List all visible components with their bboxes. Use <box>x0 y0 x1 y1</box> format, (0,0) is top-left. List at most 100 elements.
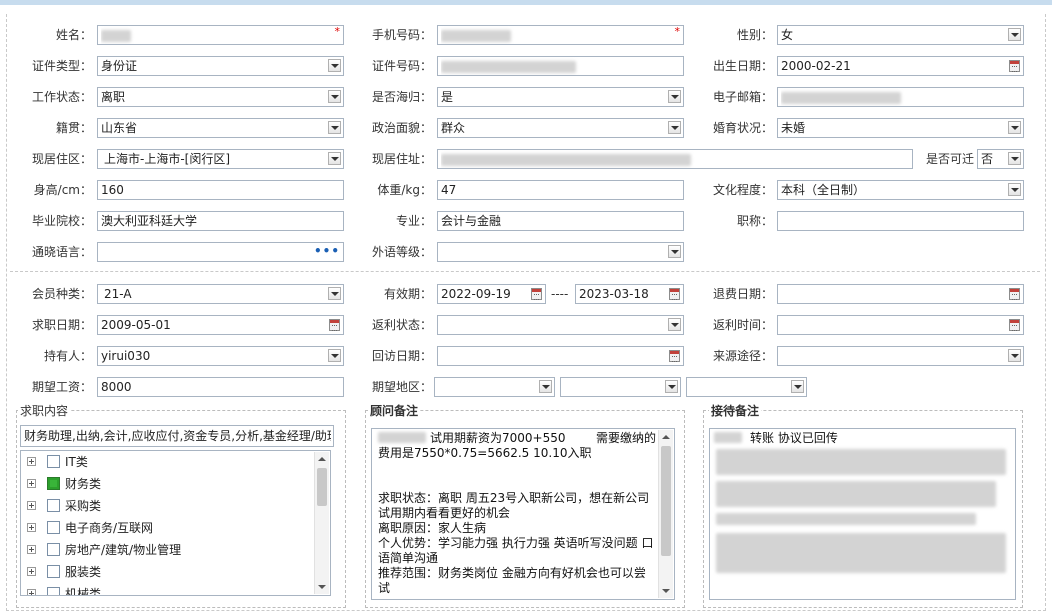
relocatable-value: 否 <box>981 152 994 166</box>
job-category-tree[interactable]: IT类 财务类 采购类 电子商务/互联网 房地产/建筑/物业管理 服装类 机械类 <box>20 450 331 596</box>
weight-value: 47 <box>441 183 457 197</box>
calendar-icon[interactable] <box>329 319 340 331</box>
dropdown-arrow-icon[interactable] <box>328 349 341 362</box>
dropdown-arrow-icon[interactable] <box>539 380 552 393</box>
expected-region-district-select[interactable] <box>686 377 807 397</box>
calendar-icon[interactable] <box>1009 319 1020 331</box>
category-checkbox[interactable] <box>47 543 60 556</box>
validity-from-field[interactable]: 2022-09-19 <box>437 284 546 304</box>
expected-region-province-select[interactable] <box>434 377 555 397</box>
dropdown-arrow-icon[interactable] <box>668 90 681 103</box>
consultant-notes-textarea[interactable]: 试用期薪资为7000+550 需要缴纳的费用是7550*0.75=5662.5 … <box>371 428 675 600</box>
dropdown-arrow-icon[interactable] <box>1008 152 1021 165</box>
reception-notes-textarea[interactable]: 转账 协议已回传 <box>709 428 1016 600</box>
dropdown-arrow-icon[interactable] <box>328 90 341 103</box>
category-checkbox[interactable] <box>47 587 60 595</box>
dropdown-arrow-icon[interactable] <box>328 287 341 300</box>
work-status-select[interactable]: 离职 <box>97 87 344 107</box>
dropdown-arrow-icon[interactable] <box>1008 183 1021 196</box>
expand-plus-icon[interactable] <box>27 501 36 510</box>
tree-scrollbar[interactable] <box>314 452 329 594</box>
education-select[interactable]: 本科（全日制） <box>777 180 1024 200</box>
height-field[interactable]: 160 <box>97 180 344 200</box>
expand-plus-icon[interactable] <box>27 479 36 488</box>
scroll-thumb[interactable] <box>317 468 327 506</box>
category-checkbox[interactable] <box>47 499 60 512</box>
dropdown-arrow-icon[interactable] <box>1008 28 1021 41</box>
scroll-up-icon[interactable] <box>659 430 673 444</box>
birth-date-value: 2000-02-21 <box>781 59 851 73</box>
expand-plus-icon[interactable] <box>27 457 36 466</box>
member-type-select[interactable]: 21-A <box>97 284 344 304</box>
scroll-down-icon[interactable] <box>659 584 673 598</box>
dropdown-arrow-icon[interactable] <box>668 245 681 258</box>
school-label: 毕业院校： <box>31 214 92 228</box>
calendar-icon[interactable] <box>531 288 542 300</box>
category-checkbox[interactable] <box>47 455 60 468</box>
holder-select[interactable]: yirui030 <box>97 346 344 366</box>
calendar-icon[interactable] <box>669 288 680 300</box>
residence-area-select[interactable]: 上海市-上海市-[闵行区] <box>97 149 344 169</box>
calendar-icon[interactable] <box>1009 60 1020 72</box>
dropdown-arrow-icon[interactable] <box>668 318 681 331</box>
scroll-up-icon[interactable] <box>315 452 329 466</box>
expand-plus-icon[interactable] <box>27 523 36 532</box>
job-content-summary-field[interactable]: 财务助理,出纳,会计,应收应付,资金专员,分析,基金经理/助理 <box>20 425 334 447</box>
name-field[interactable]: * <box>97 25 344 45</box>
returnee-select[interactable]: 是 <box>437 87 684 107</box>
dropdown-arrow-icon[interactable] <box>1008 121 1021 134</box>
gender-select[interactable]: 女 <box>777 25 1024 45</box>
refund-date-field[interactable] <box>777 284 1024 304</box>
major-field[interactable]: 会计与金融 <box>437 211 684 231</box>
scroll-down-icon[interactable] <box>315 580 329 594</box>
phone-field[interactable]: * <box>437 25 684 45</box>
dropdown-arrow-icon[interactable] <box>668 121 681 134</box>
scroll-thumb[interactable] <box>661 446 671 556</box>
dropdown-arrow-icon[interactable] <box>665 380 678 393</box>
marital-status-select[interactable]: 未婚 <box>777 118 1024 138</box>
category-checkbox[interactable] <box>47 477 60 490</box>
dropdown-arrow-icon[interactable] <box>791 380 804 393</box>
id-type-select[interactable]: 身份证 <box>97 56 344 76</box>
job-seek-date-field[interactable]: 2009-05-01 <box>97 315 344 335</box>
calendar-icon[interactable] <box>669 350 680 362</box>
political-status-select[interactable]: 群众 <box>437 118 684 138</box>
education-label: 文化程度： <box>712 183 773 197</box>
category-checkbox[interactable] <box>47 565 60 578</box>
source-select[interactable] <box>777 346 1024 366</box>
tree-item-label: 机械类 <box>65 587 102 596</box>
expand-plus-icon[interactable] <box>27 589 36 595</box>
weight-field[interactable]: 47 <box>437 180 684 200</box>
top-bar <box>0 0 1052 5</box>
dropdown-arrow-icon[interactable] <box>328 121 341 134</box>
language-field[interactable]: ••• <box>97 242 344 262</box>
rebate-time-field[interactable] <box>777 315 1024 335</box>
foreign-level-value <box>441 243 663 261</box>
relocatable-select[interactable]: 否 <box>977 149 1024 169</box>
school-field[interactable]: 澳大利亚科廷大学 <box>97 211 344 231</box>
expand-plus-icon[interactable] <box>27 545 36 554</box>
category-checkbox[interactable] <box>47 521 60 534</box>
rebate-status-select[interactable] <box>437 315 684 335</box>
validity-to-field[interactable]: 2023-03-18 <box>575 284 684 304</box>
email-field[interactable] <box>777 87 1024 107</box>
calendar-icon[interactable] <box>1009 288 1020 300</box>
visit-date-field[interactable] <box>437 346 684 366</box>
dropdown-arrow-icon[interactable] <box>1008 349 1021 362</box>
validity-from-value: 2022-09-19 <box>441 287 511 301</box>
dropdown-arrow-icon[interactable] <box>328 152 341 165</box>
address-field[interactable] <box>437 149 913 169</box>
expected-region-city-select[interactable] <box>560 377 681 397</box>
notes-scrollbar[interactable] <box>658 430 673 598</box>
native-place-select[interactable]: 山东省 <box>97 118 344 138</box>
expand-plus-icon[interactable] <box>27 567 36 576</box>
tree-item-label: 采购类 <box>65 499 102 513</box>
ellipsis-icon[interactable]: ••• <box>314 243 340 259</box>
foreign-level-select[interactable] <box>437 242 684 262</box>
id-number-field[interactable] <box>437 56 684 76</box>
redacted-text <box>716 513 976 525</box>
dropdown-arrow-icon[interactable] <box>328 59 341 72</box>
expected-salary-field[interactable]: 8000 <box>97 377 344 397</box>
birth-date-field[interactable]: 2000-02-21 <box>777 56 1024 76</box>
job-title-field[interactable] <box>777 211 1024 231</box>
